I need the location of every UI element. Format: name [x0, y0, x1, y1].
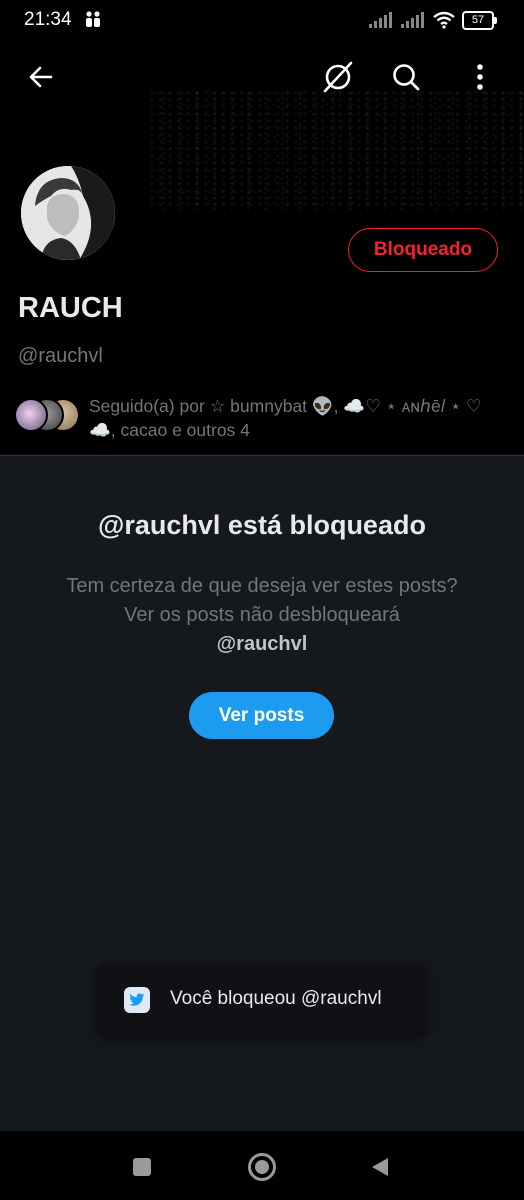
system-back-button[interactable] [362, 1149, 398, 1185]
recents-square-icon [133, 1158, 151, 1176]
more-vert-icon [477, 64, 483, 90]
home-circle-icon [248, 1153, 276, 1181]
back-button[interactable] [21, 57, 61, 97]
status-right: 57 [368, 9, 497, 31]
search-icon [393, 64, 420, 91]
back-triangle-icon [372, 1158, 388, 1176]
signal-icon [401, 12, 424, 28]
profile-handle: @rauchvl [18, 345, 103, 367]
banner-image [150, 90, 524, 210]
signal-icon [369, 12, 392, 28]
recents-button[interactable] [124, 1149, 160, 1185]
battery-icon: 57 [462, 10, 497, 30]
teams-icon [86, 11, 100, 27]
avatar-image [21, 166, 115, 260]
divider [0, 455, 524, 456]
blocked-title: @rauchvl está bloqueado [98, 510, 426, 540]
search-button[interactable] [386, 57, 426, 97]
back-arrow-icon [29, 66, 53, 88]
display-name: RAUCH [18, 292, 123, 324]
home-button[interactable] [244, 1149, 280, 1185]
twitter-bird-icon [124, 987, 150, 1013]
view-posts-button[interactable]: Ver posts [189, 692, 334, 739]
toast: Você bloqueou @rauchvl [96, 964, 428, 1036]
blocked-circle-icon [323, 61, 353, 93]
status-time: 21:34 [24, 9, 72, 30]
grok-button[interactable] [318, 57, 358, 97]
blocked-description: Tem certeza de que deseja ver estes post… [55, 572, 469, 659]
avatar[interactable] [18, 163, 118, 263]
status-bar: 21:34 57 [0, 0, 524, 40]
followed-by-text[interactable]: Seguido(a) por ☆ bumnybat 👽, ☁️♡ ⋆ ᴀɴℎē𝑙… [89, 394, 509, 442]
blocked-description-text: Tem certeza de que deseja ver estes post… [66, 575, 458, 626]
follower-avatar [14, 398, 48, 432]
followers-avatars[interactable] [14, 398, 84, 436]
system-nav-bar [0, 1131, 524, 1200]
more-button[interactable] [460, 57, 500, 97]
blocked-description-handle: @rauchvl [216, 633, 308, 655]
toast-text: Você bloqueou @rauchvl [170, 988, 382, 1009]
blocked-button[interactable]: Bloqueado [348, 228, 498, 272]
wifi-icon [433, 11, 455, 29]
